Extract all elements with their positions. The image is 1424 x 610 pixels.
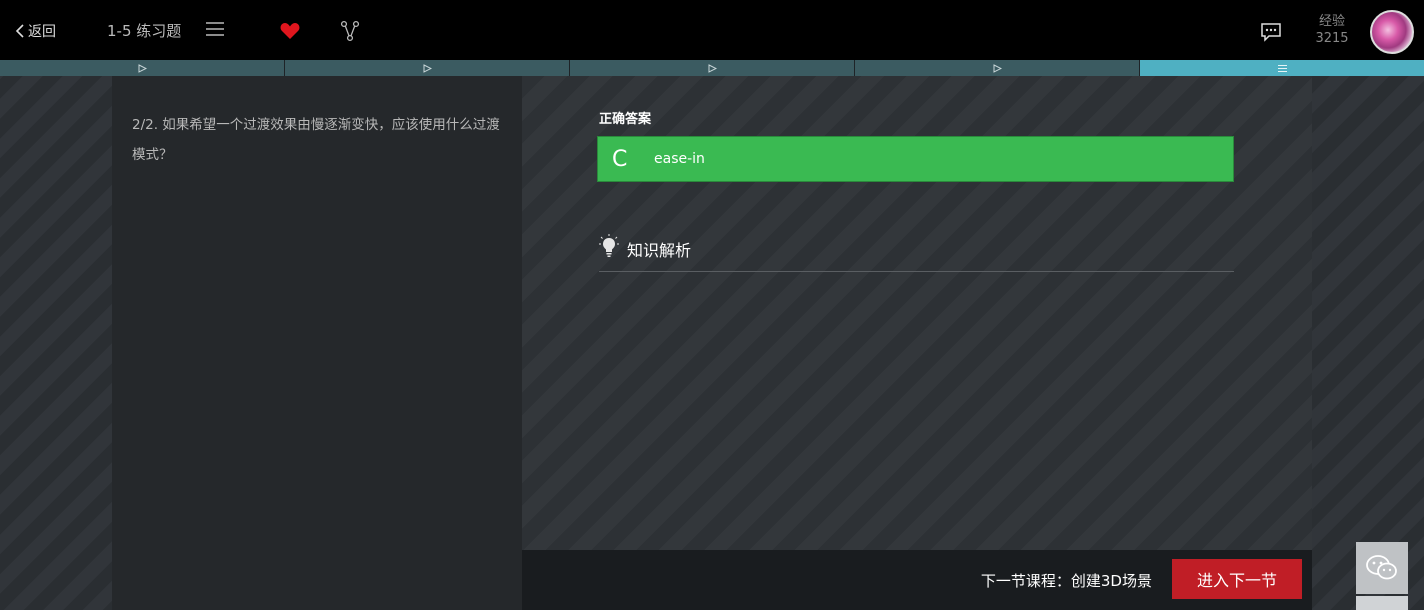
step-1[interactable] [0, 60, 284, 76]
experience-label: 经验 [1318, 14, 1345, 29]
back-button[interactable]: 返回 [14, 20, 56, 42]
chat-icon[interactable] [1260, 22, 1282, 42]
list-icon [1277, 64, 1287, 72]
back-label: 返回 [28, 24, 56, 40]
lesson-title: 1-5 练习题 [107, 22, 182, 40]
experience: 经验 3215 [1308, 13, 1356, 47]
lightbulb-icon [599, 234, 619, 257]
question-text: 2/2. 如果希望一个过渡效果由慢逐渐变快，应该使用什么过渡模式？ [132, 117, 500, 163]
wechat-icon [1366, 555, 1397, 580]
play-icon [423, 63, 432, 73]
step-4[interactable] [855, 60, 1139, 76]
top-bar: 返回 1-5 练习题 经验 3215 [0, 0, 1424, 60]
knowledge-analysis-header: 知识解析 [599, 234, 1234, 272]
branch-icon[interactable] [340, 20, 360, 42]
side-scroll-button[interactable] [1356, 596, 1408, 610]
play-icon [708, 63, 717, 73]
play-icon [138, 63, 147, 73]
question-panel: 2/2. 如果希望一个过渡效果由慢逐渐变快，应该使用什么过渡模式？ [112, 76, 522, 610]
play-icon [993, 63, 1002, 73]
step-2[interactable] [285, 60, 569, 76]
heart-icon[interactable] [280, 22, 300, 40]
avatar[interactable] [1370, 10, 1414, 54]
answer-label: 正确答案 [599, 112, 652, 127]
knowledge-title: 知识解析 [627, 241, 692, 260]
bottom-bar: 下一节课程：创建3D场景 进入下一节 [522, 550, 1312, 610]
menu-icon[interactable] [206, 21, 224, 37]
step-3[interactable] [570, 60, 854, 76]
wechat-button[interactable] [1356, 542, 1408, 594]
next-lesson-text: 下一节课程：创建3D场景 [980, 572, 1152, 590]
answer-panel: 正确答案 C ease-in 知识解析 [522, 76, 1312, 550]
next-lesson-button[interactable]: 进入下一节 [1172, 559, 1302, 599]
answer-letter: C [612, 146, 628, 172]
step-progress-bar [0, 60, 1424, 76]
experience-value: 3215 [1315, 31, 1349, 46]
step-5-exercise[interactable] [1140, 60, 1424, 76]
correct-answer-option: C ease-in [597, 136, 1234, 182]
chevron-left-icon [15, 24, 24, 38]
answer-value: ease-in [654, 151, 705, 167]
